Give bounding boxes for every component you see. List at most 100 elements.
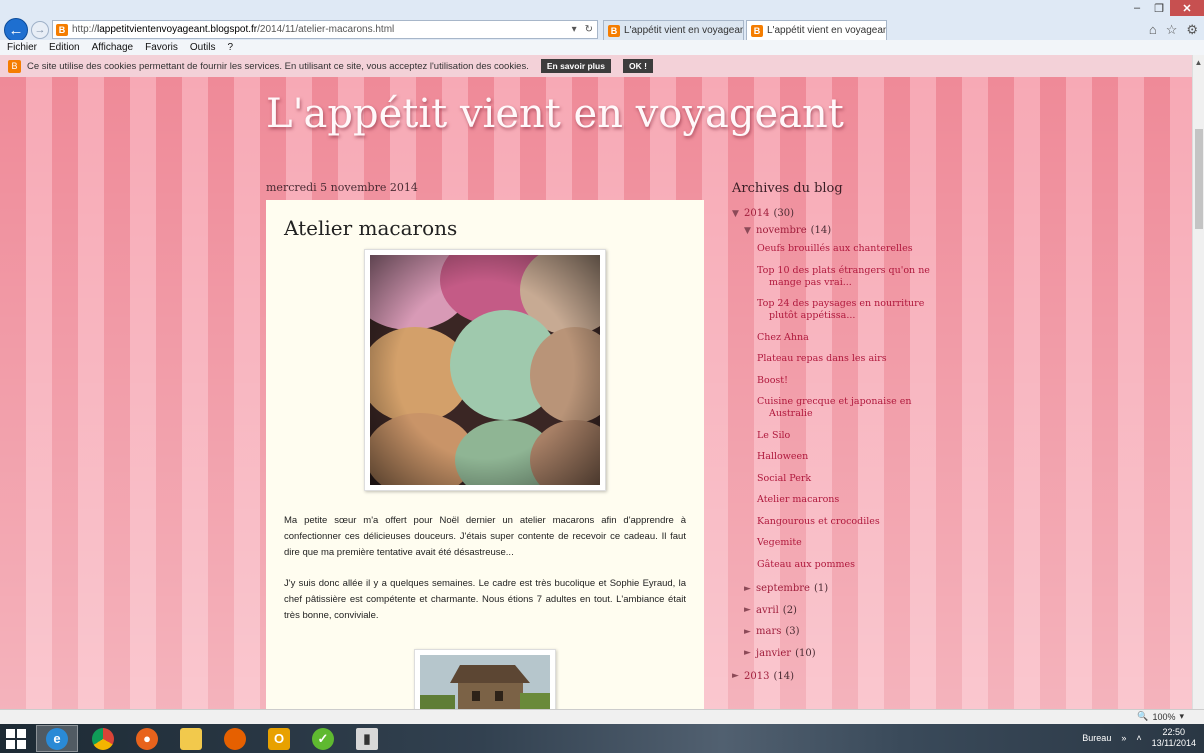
- archive-post-link[interactable]: Cuisine grecque et japonaise en Australie: [757, 396, 932, 420]
- clock[interactable]: 22:50 13/11/2014: [1152, 727, 1196, 749]
- archive-month-label[interactable]: mars: [756, 626, 781, 637]
- archive-post-link[interactable]: Plateau repas dans les airs: [757, 353, 932, 365]
- archive-post-link[interactable]: Oeufs brouillés aux chanterelles: [757, 243, 932, 255]
- archive-post-link[interactable]: Halloween: [757, 451, 932, 463]
- expand-toggle-icon[interactable]: ►: [732, 671, 744, 681]
- cookie-more-button[interactable]: En savoir plus: [540, 59, 611, 73]
- chevron-down-icon[interactable]: ▾: [1179, 711, 1184, 722]
- archive-post-link[interactable]: Kangourous et crocodiles: [757, 516, 932, 528]
- post-title[interactable]: Atelier macarons: [284, 216, 686, 240]
- url-text[interactable]: http://lappetitvientenvoyageant.blogspot…: [72, 24, 572, 35]
- tab-1[interactable]: B L'appétit vient en voyageant: [603, 20, 744, 40]
- arrow-left-icon: ←: [8, 21, 24, 39]
- expand-toggle-icon[interactable]: ►: [744, 584, 756, 594]
- archive-month-mars[interactable]: ► mars (3): [744, 623, 932, 640]
- archive-month-label[interactable]: septembre: [756, 583, 810, 594]
- tray-chevron-up-icon[interactable]: ˄: [1136, 733, 1141, 743]
- archive-post-link[interactable]: Atelier macarons: [757, 494, 932, 506]
- restore-icon[interactable]: ❐: [1148, 0, 1170, 16]
- clock-date: 13/11/2014: [1151, 738, 1196, 748]
- menu-help[interactable]: ?: [227, 42, 233, 53]
- chrome-icon: [92, 727, 114, 750]
- menu-fichier[interactable]: Fichier: [7, 42, 37, 53]
- refresh-icon[interactable]: ↻: [585, 24, 593, 35]
- post-paragraph-2: J'y suis donc allée il y a quelques sema…: [284, 578, 686, 621]
- archive-post-link[interactable]: Top 24 des paysages en nourriture plutôt …: [757, 298, 932, 322]
- menu-favoris[interactable]: Favoris: [145, 42, 178, 53]
- collapse-toggle-icon[interactable]: ▼: [744, 226, 756, 236]
- window-close-icon[interactable]: ✕: [1170, 0, 1204, 16]
- archive-month-label[interactable]: novembre: [756, 225, 807, 236]
- archive-year-2014[interactable]: ▼ 2014 (30): [732, 205, 932, 222]
- macarons-image: [370, 255, 600, 485]
- scroll-thumb[interactable]: [1195, 129, 1203, 229]
- archive-year-label[interactable]: 2014: [744, 208, 769, 219]
- archive-year-label[interactable]: 2013: [744, 671, 769, 682]
- start-button[interactable]: [6, 729, 26, 749]
- house-photo[interactable]: [414, 649, 556, 709]
- archive-post-link[interactable]: Boost!: [757, 375, 932, 387]
- zoom-control[interactable]: 🔍 100% ▾: [1137, 711, 1184, 722]
- taskbar-app-green[interactable]: ✓: [302, 725, 344, 752]
- archive-month-novembre[interactable]: ▼ novembre (14): [744, 222, 932, 239]
- sidebar-archives: Archives du blog ▼ 2014 (30) ▼ novembre …: [732, 181, 932, 685]
- settings-gear-icon[interactable]: ⚙: [1186, 22, 1198, 38]
- archive-year-2013[interactable]: ► 2013 (14): [732, 668, 932, 685]
- archive-post-link[interactable]: Top 10 des plats étrangers qu'on ne mange…: [757, 265, 932, 289]
- check-app-icon: ✓: [312, 727, 334, 750]
- blog-title[interactable]: L'appétit vient en voyageant: [266, 91, 844, 137]
- menu-edition[interactable]: Edition: [49, 42, 80, 53]
- dropdown-icon[interactable]: ▾: [572, 24, 577, 35]
- taskbar-internet-explorer[interactable]: e: [36, 725, 78, 752]
- archive-month-septembre[interactable]: ► septembre (1): [744, 580, 932, 597]
- cookie-ok-button[interactable]: OK !: [622, 59, 653, 73]
- blogger-favicon-icon: B: [608, 24, 620, 37]
- archive-post-link[interactable]: Gâteau aux pommes: [757, 559, 932, 571]
- window-app-icon: ▮: [356, 727, 378, 750]
- post-text: Ma petite sœur m'a offert pour Noël dern…: [284, 513, 686, 624]
- archive-month-avril[interactable]: ► avril (2): [744, 602, 932, 619]
- minimize-icon[interactable]: ‒: [1126, 0, 1148, 16]
- collapse-toggle-icon[interactable]: ▼: [732, 209, 744, 219]
- expand-toggle-icon[interactable]: ►: [744, 627, 756, 637]
- taskbar-media-player[interactable]: ●: [126, 725, 168, 752]
- taskbar-chrome[interactable]: [82, 725, 124, 752]
- house-image: [420, 655, 550, 709]
- archive-count: (30): [773, 208, 794, 219]
- expand-toggle-icon[interactable]: ►: [744, 605, 756, 615]
- archive-month-label[interactable]: avril: [756, 605, 779, 616]
- archive-post-link[interactable]: Chez Ahna: [757, 332, 932, 344]
- windows-taskbar: e ● O ✓ ▮ Bureau » ˄ 22:50 13/11/2014: [0, 724, 1204, 753]
- tray-overflow-icon[interactable]: »: [1121, 733, 1126, 743]
- macarons-illustration: [370, 255, 600, 485]
- favorites-star-icon[interactable]: ☆: [1166, 22, 1178, 38]
- scroll-up-icon[interactable]: ▲: [1193, 55, 1204, 69]
- menu-outils[interactable]: Outils: [190, 42, 216, 53]
- vertical-scrollbar[interactable]: ▲: [1192, 55, 1204, 709]
- internet-explorer-icon: e: [46, 727, 68, 750]
- taskbar-app-window[interactable]: ▮: [346, 725, 388, 752]
- status-bar: 🔍 100% ▾: [0, 709, 1204, 724]
- blogger-favicon-icon: B: [751, 24, 763, 37]
- home-icon[interactable]: ⌂: [1149, 22, 1157, 38]
- taskbar-file-explorer[interactable]: [170, 725, 212, 752]
- archive-post-link[interactable]: Le Silo: [757, 430, 932, 442]
- back-button[interactable]: ←: [4, 18, 28, 42]
- menu-affichage[interactable]: Affichage: [92, 42, 134, 53]
- archive-post-link[interactable]: Social Perk: [757, 473, 932, 485]
- taskbar-firefox[interactable]: [214, 725, 256, 752]
- archive-post-link[interactable]: Vegemite: [757, 537, 932, 549]
- expand-toggle-icon[interactable]: ►: [744, 648, 756, 658]
- macarons-photo[interactable]: [364, 249, 606, 491]
- archive-months: ► septembre (1) ► avril (2) ► mars (3) ►…: [744, 580, 932, 662]
- address-bar[interactable]: B http://lappetitvientenvoyageant.blogsp…: [52, 20, 598, 39]
- archive-month-label[interactable]: janvier: [756, 648, 791, 659]
- archive-month-janvier[interactable]: ► janvier (10): [744, 645, 932, 662]
- archive-count: (1): [813, 583, 829, 594]
- forward-button[interactable]: →: [31, 21, 49, 39]
- menu-bar: Fichier Edition Affichage Favoris Outils…: [0, 40, 1204, 55]
- url-domain: lappetitvientenvoyageant.blogspot.fr: [97, 24, 258, 35]
- tab-2-active[interactable]: B L'appétit vient en voyagean... ✕: [746, 20, 887, 40]
- taskbar-outlook[interactable]: O: [258, 725, 300, 752]
- desktop-toolbar-label[interactable]: Bureau: [1082, 733, 1111, 743]
